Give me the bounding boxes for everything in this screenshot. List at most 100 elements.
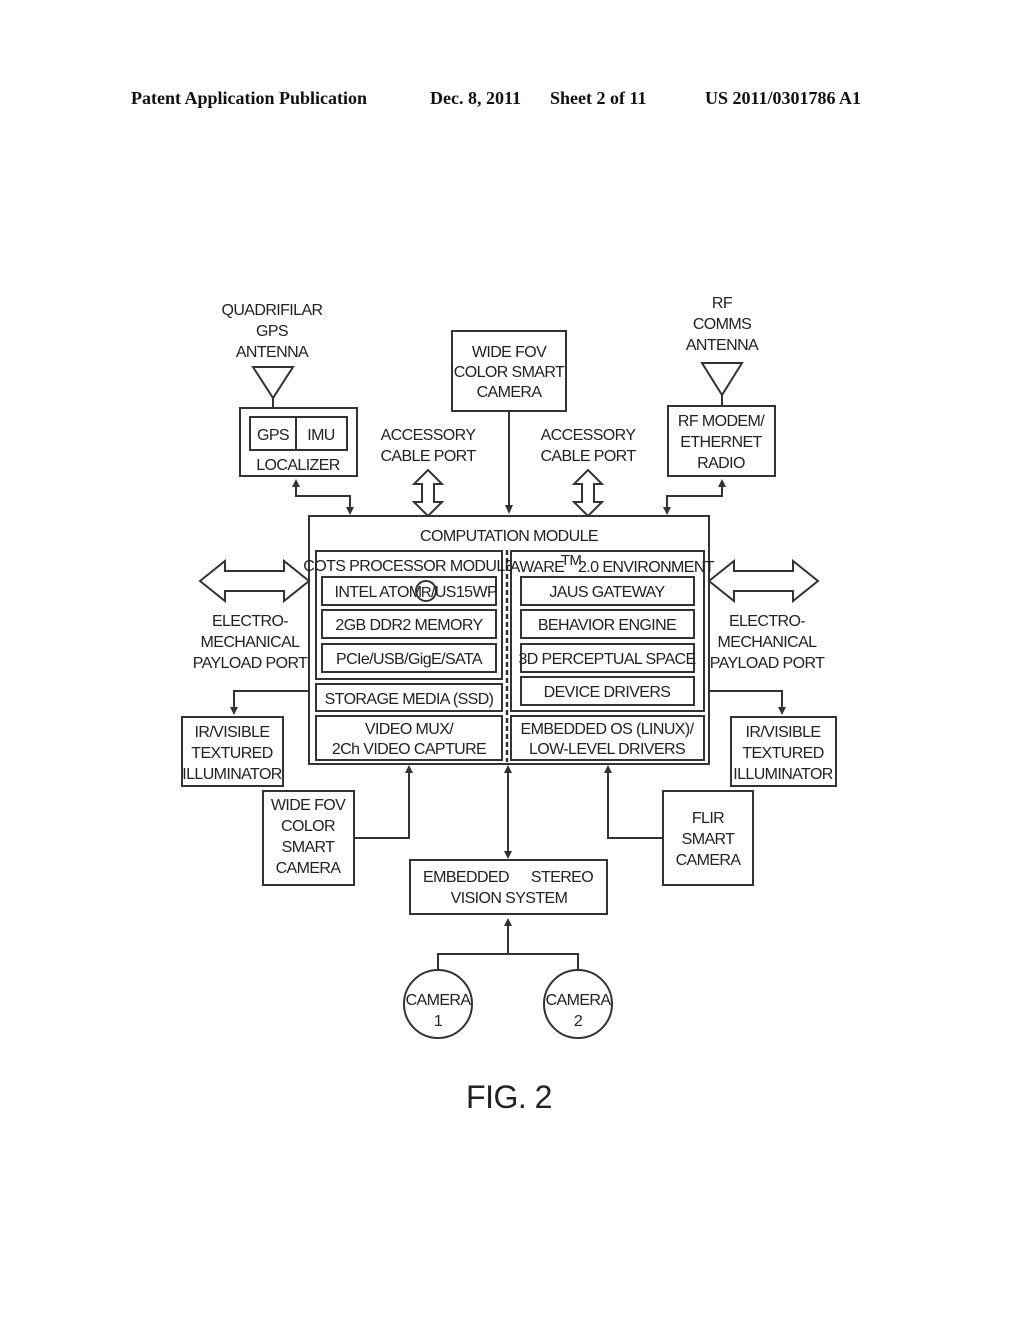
gps-label: GPS: [257, 427, 289, 444]
memory-label: 2GB DDR2 MEMORY: [335, 617, 483, 634]
arrowhead-icon: [718, 479, 726, 487]
interfaces-label: PCIe/USB/GigE/SATA: [336, 651, 483, 668]
arrowhead-icon: [346, 507, 354, 515]
stereo-vision-block: EMBEDDED STEREO VISION SYSTEM: [409, 765, 608, 915]
rf-modem-connection: [663, 479, 726, 515]
us15wp-label: /US15WP: [431, 584, 497, 601]
antenna-icon: [700, 362, 744, 397]
stereo-vision-line1a: EMBEDDED: [423, 869, 509, 886]
localizer-block: GPS IMU LOCALIZER: [239, 407, 358, 477]
bottom-camera-line2: COLOR: [281, 818, 335, 835]
top-camera-label-line1: WIDE FOV: [472, 344, 547, 361]
top-camera-label-line3: CAMERA: [477, 384, 543, 401]
aware-version-label: 2.0 ENVIRONMENT: [578, 559, 715, 576]
arrowhead-icon: [230, 707, 238, 715]
payload-port-left: ELECTRO- MECHANICAL PAYLOAD PORT: [193, 558, 311, 672]
flir-camera-line3: CAMERA: [676, 852, 742, 869]
figure-label: FIG. 2: [466, 1079, 552, 1115]
accessory-port-right-line2: CABLE PORT: [540, 448, 636, 465]
illuminator-left-line3: ILLUMINATOR: [182, 766, 282, 783]
arrowhead-icon: [504, 918, 512, 926]
payload-port-left-line3: PAYLOAD PORT: [193, 655, 308, 672]
arrowhead-icon: [505, 505, 513, 514]
computation-module-title: COMPUTATION MODULE: [420, 528, 598, 545]
gps-antenna-label-line1: QUADRIFILAR: [222, 302, 323, 319]
payload-port-right-line2: MECHANICAL: [718, 634, 818, 651]
perceptual-space-label: 3D PERCEPTUAL SPACE: [518, 651, 695, 668]
gps-antenna-label-line2: GPS: [256, 323, 288, 340]
system-block-diagram: QUADRIFILAR GPS ANTENNA GPS IMU LOCALIZE…: [181, 295, 837, 1115]
illuminator-left-line2: TEXTURED: [191, 745, 272, 762]
accessory-port-left-line2: CABLE PORT: [380, 448, 476, 465]
rf-modem-block: RF MODEM/ ETHERNET RADIO: [667, 405, 776, 477]
payload-port-right: ELECTRO- MECHANICAL PAYLOAD PORT: [707, 558, 826, 672]
double-arrow-icon: [198, 558, 311, 604]
bottom-camera-line1: WIDE FOV: [271, 797, 346, 814]
gps-antenna: QUADRIFILAR GPS ANTENNA: [222, 302, 323, 408]
rf-modem-label-line1: RF MODEM/: [678, 413, 765, 430]
arrowhead-icon: [604, 765, 612, 773]
illuminator-right: IR/VISIBLE TEXTURED ILLUMINATOR: [709, 690, 837, 787]
camera-1: CAMERA 1: [403, 969, 473, 1039]
top-wide-fov-camera-block: WIDE FOV COLOR SMART CAMERA: [451, 330, 567, 514]
camera-1-label: CAMERA: [406, 992, 472, 1009]
illuminator-left-line1: IR/VISIBLE: [195, 724, 270, 741]
cots-title: COTS PROCESSOR MODULE: [303, 558, 514, 575]
gps-antenna-label-line3: ANTENNA: [236, 344, 309, 361]
accessory-cable-port-right: ACCESSORY CABLE PORT: [540, 427, 637, 518]
arrowhead-icon: [663, 507, 671, 515]
localizer-label: LOCALIZER: [256, 457, 340, 474]
camera-2-label: CAMERA: [546, 992, 612, 1009]
payload-port-left-line1: ELECTRO-: [212, 613, 288, 630]
accessory-cable-port-left: ACCESSORY CABLE PORT: [380, 427, 477, 518]
double-arrow-icon: [571, 468, 605, 518]
arrowhead-icon: [292, 479, 300, 487]
behavior-engine-label: BEHAVIOR ENGINE: [538, 617, 676, 634]
flir-camera-line2: SMART: [682, 831, 736, 848]
arrowhead-icon: [504, 851, 512, 859]
arrowhead-icon: [504, 765, 512, 773]
localizer-connection: [292, 479, 354, 515]
bottom-camera-line3: SMART: [282, 839, 336, 856]
rf-modem-label-line2: ETHERNET: [680, 434, 762, 451]
double-arrow-icon: [411, 468, 445, 518]
rf-antenna-label-line2: COMMS: [693, 316, 751, 333]
illuminator-right-line3: ILLUMINATOR: [733, 766, 833, 783]
flir-camera-line1: FLIR: [692, 810, 724, 827]
camera-2-number: 2: [574, 1013, 583, 1030]
computation-module: COMPUTATION MODULE COTS PROCESSOR MODULE…: [303, 515, 715, 765]
top-camera-label-line2: COLOR SMART: [454, 364, 565, 381]
arrowhead-icon: [405, 765, 413, 773]
payload-port-left-line2: MECHANICAL: [201, 634, 301, 651]
camera-connection: [437, 918, 579, 970]
bottom-camera-line4: CAMERA: [276, 860, 342, 877]
device-drivers-label: DEVICE DRIVERS: [544, 684, 671, 701]
bottom-wide-fov-camera-block: WIDE FOV COLOR SMART CAMERA: [262, 765, 413, 886]
storage-media-label: STORAGE MEDIA (SSD): [325, 691, 494, 708]
imu-label: IMU: [307, 427, 335, 444]
accessory-port-right-line1: ACCESSORY: [541, 427, 637, 444]
video-mux-line1: VIDEO MUX/: [365, 721, 454, 738]
embedded-os-line1: EMBEDDED OS (LINUX)/: [521, 721, 695, 738]
video-mux-line2: 2Ch VIDEO CAPTURE: [332, 741, 486, 758]
illuminator-left: IR/VISIBLE TEXTURED ILLUMINATOR: [181, 690, 309, 787]
payload-port-right-line1: ELECTRO-: [729, 613, 805, 630]
accessory-port-left-line1: ACCESSORY: [381, 427, 477, 444]
illuminator-right-line1: IR/VISIBLE: [746, 724, 821, 741]
rf-antenna-label-line1: RF: [712, 295, 733, 312]
aware-title: AWARE: [510, 559, 565, 576]
rf-antenna-label-line3: ANTENNA: [686, 337, 759, 354]
illuminator-right-line2: TEXTURED: [742, 745, 823, 762]
payload-port-right-line3: PAYLOAD PORT: [710, 655, 825, 672]
double-arrow-icon: [707, 558, 820, 604]
arrowhead-icon: [778, 707, 786, 715]
antenna-icon: [251, 366, 295, 400]
intel-atom-label: INTEL ATOM: [334, 584, 421, 601]
stereo-vision-line2: VISION SYSTEM: [451, 890, 568, 907]
camera-1-number: 1: [434, 1013, 443, 1030]
rf-modem-label-line3: RADIO: [697, 455, 745, 472]
rf-antenna: RF COMMS ANTENNA: [686, 295, 760, 406]
embedded-os-line2: LOW-LEVEL DRIVERS: [529, 741, 685, 758]
camera-2: CAMERA 2: [543, 969, 613, 1039]
jaus-gateway-label: JAUS GATEWAY: [549, 584, 665, 601]
